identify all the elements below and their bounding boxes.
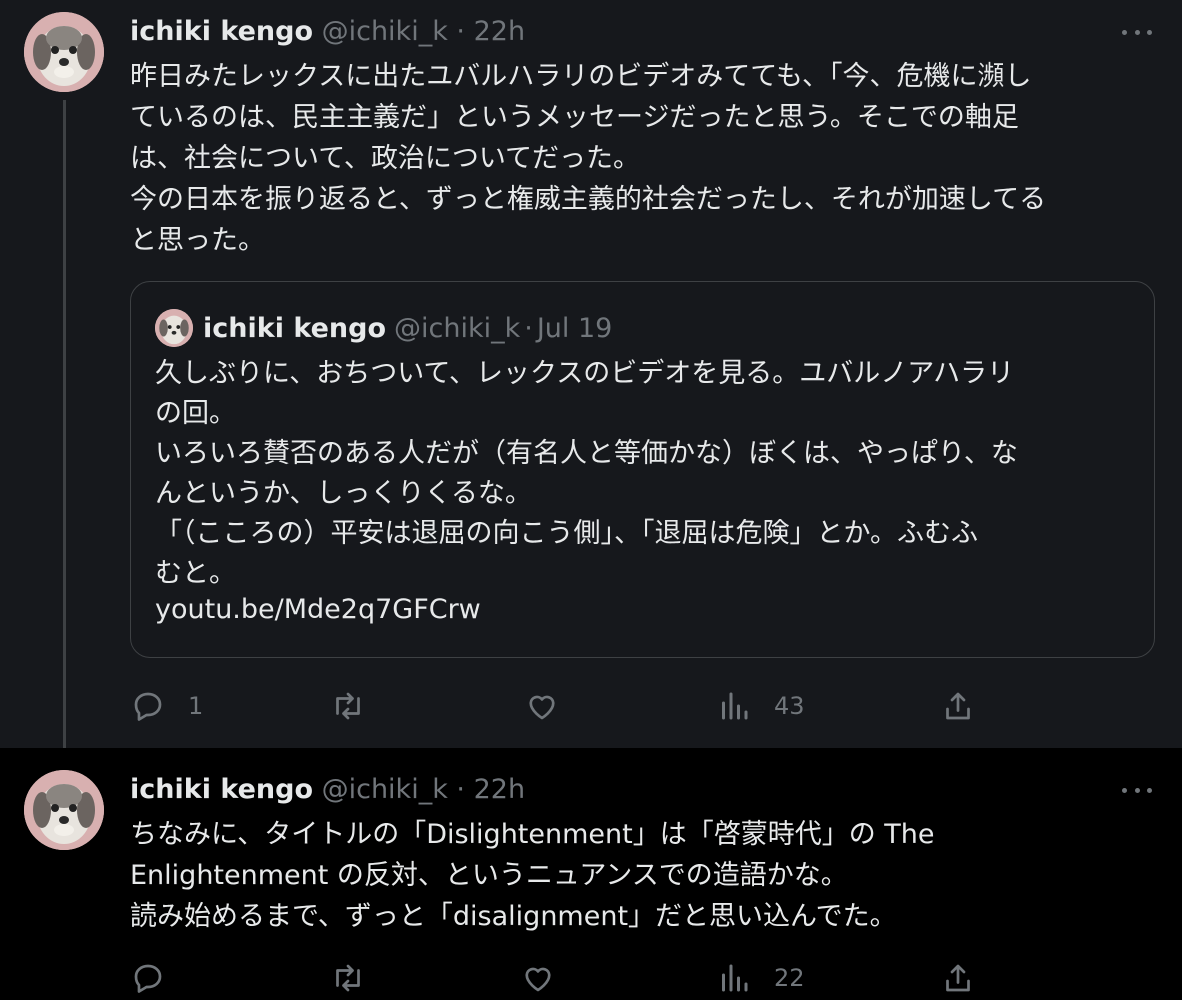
tweet-header: ichiki kengo @ichiki_k · 22h	[130, 774, 525, 808]
like-button[interactable]	[520, 958, 556, 998]
views-icon	[722, 692, 748, 720]
retweet-button[interactable]	[330, 958, 366, 998]
display-name: ichiki kengo	[203, 312, 386, 344]
retweet-icon	[336, 964, 360, 992]
quote-header: ichiki kengo @ichiki_k · Jul 19	[155, 309, 613, 347]
dog-avatar-icon	[24, 770, 104, 850]
heart-icon	[529, 695, 555, 720]
more-icon[interactable]	[1122, 780, 1152, 800]
heart-icon	[525, 967, 551, 992]
reply-icon	[134, 964, 162, 993]
tweet-text: 昨日みたレックスに出たユバルハラリのビデオみてても、「今、危機に瀕し ているのは…	[130, 61, 1047, 256]
timestamp[interactable]: 22h	[474, 774, 525, 805]
tweet-text: ちなみに、タイトルの「Dislightenment」は「啓蒙時代」の The E…	[130, 819, 935, 932]
reply-count: 1	[188, 692, 204, 720]
tweet[interactable]: ichiki kengo @ichiki_k · 22h ちなみに、タイトルの「…	[0, 748, 1182, 1000]
dog-avatar-icon	[24, 12, 104, 92]
more-icon[interactable]	[1122, 22, 1152, 42]
timestamp[interactable]: 22h	[474, 16, 525, 47]
display-name[interactable]: ichiki kengo	[130, 774, 313, 805]
share-icon	[946, 692, 970, 720]
tweet[interactable]: ichiki kengo @ichiki_k · 22h 昨日みたレックスに出た…	[0, 0, 1182, 760]
user-handle[interactable]: @ichiki_k	[322, 774, 448, 805]
like-button[interactable]	[524, 686, 560, 726]
views-button[interactable]: 43	[716, 686, 805, 726]
quote-link[interactable]: youtu.be/Mde2q7GFCrw	[155, 594, 481, 625]
separator-dot: ·	[456, 16, 466, 47]
view-count: 22	[774, 964, 805, 992]
share-button[interactable]	[940, 686, 976, 726]
avatar[interactable]	[24, 770, 104, 850]
reply-icon	[134, 692, 162, 721]
user-handle: @ichiki_k	[394, 312, 521, 344]
avatar	[155, 309, 193, 347]
display-name[interactable]: ichiki kengo	[130, 16, 313, 47]
quoted-tweet[interactable]: ichiki kengo @ichiki_k · Jul 19 久しぶりに、おち…	[130, 281, 1155, 658]
share-icon	[946, 964, 970, 992]
separator-dot: ·	[456, 774, 466, 805]
avatar[interactable]	[24, 12, 104, 92]
retweet-icon	[336, 692, 360, 720]
timestamp: Jul 19	[536, 312, 613, 344]
action-bar: 1 43	[130, 686, 1160, 726]
separator-dot: ·	[524, 312, 533, 344]
action-bar: 22	[130, 958, 1160, 998]
retweet-button[interactable]	[330, 686, 366, 726]
views-icon	[722, 964, 748, 992]
quote-text: 久しぶりに、おちついて、レックスのビデオを見る。ユバルノアハラリ の回。 いろい…	[155, 358, 1018, 589]
tweet-header: ichiki kengo @ichiki_k · 22h	[130, 16, 525, 50]
share-button[interactable]	[940, 958, 976, 998]
reply-button[interactable]: 1	[130, 686, 203, 726]
reply-button[interactable]	[130, 958, 166, 998]
views-button[interactable]: 22	[716, 958, 805, 998]
view-count: 43	[774, 692, 805, 720]
thread-line	[63, 100, 66, 760]
dog-avatar-icon	[155, 309, 193, 347]
user-handle[interactable]: @ichiki_k	[322, 16, 448, 47]
